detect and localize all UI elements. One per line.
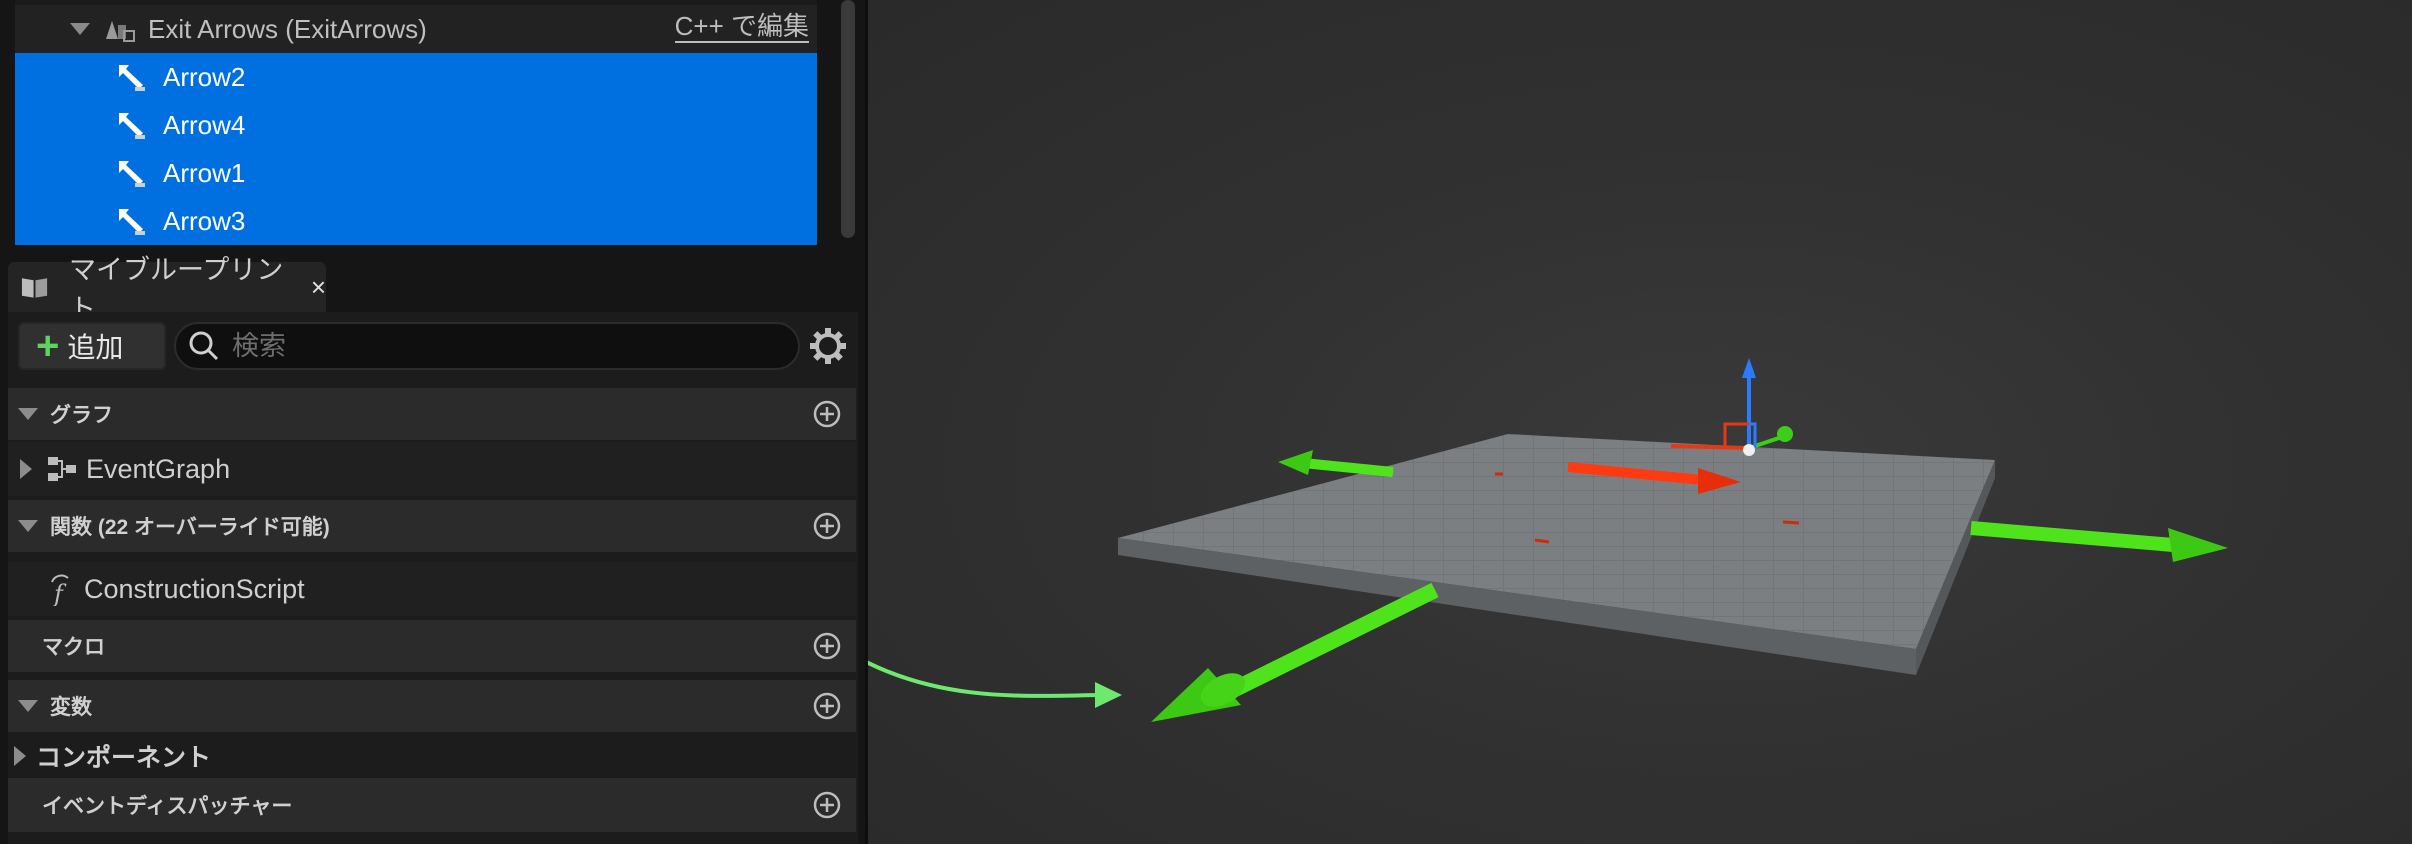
expand-caret-icon[interactable] [14,746,26,766]
section-label: 関数 (22 オーバーライド可能) [50,516,330,539]
tree-item-label: Arrow4 [163,109,246,140]
plus-icon: + [36,324,60,368]
section-label: グラフ [50,404,113,427]
arrow-component-icon [119,209,145,235]
my-blueprint-panel: + 追加 グラフ [8,312,858,844]
arrow-component-icon [119,65,145,91]
event-graph-icon [48,457,76,481]
left-panel: Exit Arrows (ExitArrows) C++ で編集 Arrow2 … [0,0,865,844]
arrow-component-icon [119,113,145,139]
tree-item-arrow1[interactable]: Arrow1 [15,149,817,197]
add-variable-icon[interactable] [812,691,842,721]
add-label: 追加 [67,332,124,363]
expand-caret-icon[interactable] [20,459,32,479]
add-button[interactable]: + 追加 [18,322,166,370]
add-macro-icon[interactable] [812,631,842,661]
edit-in-cpp-link[interactable]: C++ で編集 [674,11,809,43]
expand-caret-icon [18,408,38,420]
svg-text:f: f [52,580,67,606]
section-graph[interactable]: グラフ [8,388,856,440]
section-label: イベントディスパッチャー [42,795,293,818]
annotation-curve [868,660,1122,708]
green-arrow-west[interactable] [1278,450,1394,477]
tab-my-blueprint[interactable]: マイブループリント × [8,255,326,324]
green-arrow-east[interactable] [1970,521,2228,562]
add-event-dispatcher-icon[interactable] [812,790,842,820]
category-components[interactable]: コンポーネント [8,736,856,776]
green-arrow-south[interactable] [1151,582,1439,722]
component-exit-arrows[interactable]: Exit Arrows (ExitArrows) C++ で編集 [15,5,817,53]
expand-caret-icon [18,700,38,712]
section-variables[interactable]: 変数 [8,680,856,732]
transform-gizmo[interactable] [1670,358,1793,456]
list-item-label: EventGraph [86,453,231,484]
expand-caret-icon [18,520,38,532]
tree-item-label: Arrow3 [163,205,246,236]
scene-component-icon [102,15,136,43]
function-icon: f [51,574,69,606]
category-label: コンポーネント [36,744,212,772]
components-tree: Exit Arrows (ExitArrows) C++ で編集 Arrow2 … [15,0,855,245]
section-label: マクロ [42,636,105,659]
tree-scrollbar[interactable] [841,0,855,238]
floor-plane[interactable] [1118,434,1995,675]
section-functions[interactable]: 関数 (22 オーバーライド可能) [8,500,856,552]
book-icon [21,278,48,298]
gear-icon[interactable] [808,326,848,366]
tab-close-button[interactable]: × [311,272,326,303]
viewport[interactable] [865,0,2412,844]
viewport-scene [868,358,2228,722]
component-label: Exit Arrows (ExitArrows) [148,13,427,44]
tree-item-arrow3[interactable]: Arrow3 [15,197,817,245]
collapse-caret-icon[interactable] [70,23,90,35]
list-item-construction-script[interactable]: f ConstructionScript [8,562,856,616]
list-item-event-graph[interactable]: EventGraph [8,442,856,496]
tree-item-arrow2[interactable]: Arrow2 [15,53,817,101]
add-function-icon[interactable] [812,511,842,541]
tree-item-arrow4[interactable]: Arrow4 [15,101,817,149]
tree-item-label: Arrow1 [163,157,246,188]
search-icon [189,331,219,361]
search-input[interactable] [230,329,774,363]
section-label: 変数 [50,696,92,719]
section-event-dispatchers[interactable]: イベントディスパッチャー [8,778,856,832]
arrow-component-icon [119,161,145,187]
add-graph-icon[interactable] [812,399,842,429]
list-item-label: ConstructionScript [84,573,305,604]
tree-item-label: Arrow2 [163,61,246,92]
search-box [174,322,800,370]
section-macros[interactable]: マクロ [8,620,856,672]
